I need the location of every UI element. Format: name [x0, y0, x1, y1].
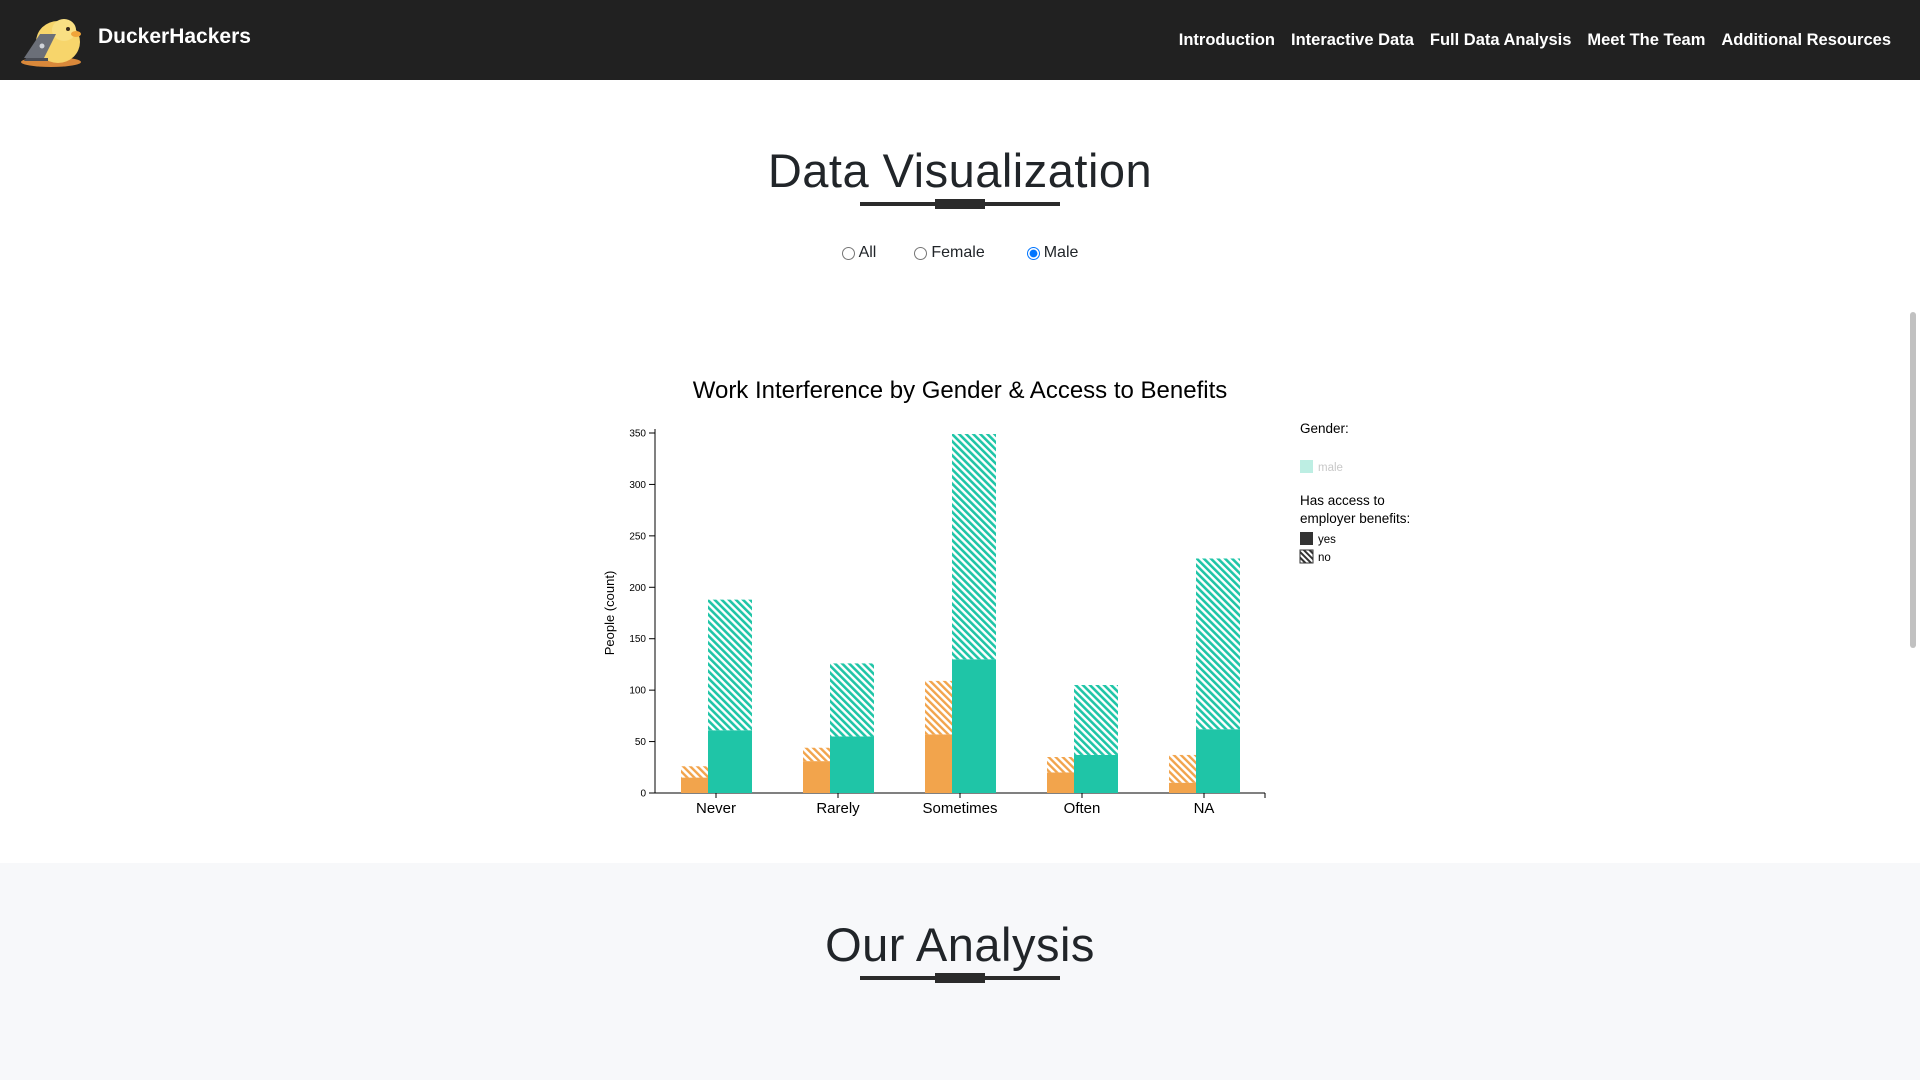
analysis-title: Our Analysis	[825, 918, 1095, 971]
bar-female-no	[1169, 754, 1196, 783]
y-tick-label: 100	[629, 686, 646, 697]
bar-male-yes	[952, 659, 996, 793]
nav-link-introduction[interactable]: Introduction	[1179, 31, 1275, 50]
y-tick-label: 50	[635, 737, 647, 748]
bar-female-no	[681, 766, 708, 778]
legend-yes-label: yes	[1318, 534, 1336, 546]
radio-male[interactable]	[1026, 246, 1040, 260]
legend-male-label: male	[1318, 462, 1343, 474]
duck-laptop-logo-icon	[21, 19, 81, 67]
bar-female-yes	[1169, 782, 1196, 793]
bar-female-no	[803, 747, 830, 762]
bar-female-yes	[925, 734, 952, 793]
bar-female-yes	[803, 761, 830, 793]
page-title: Data Visualization	[767, 144, 1153, 197]
title-divider	[860, 199, 1060, 209]
nav-links: Introduction Interactive Data Full Data …	[1163, 0, 1891, 80]
divider-block	[935, 973, 985, 983]
bar-male-no	[830, 663, 874, 737]
y-axis-label: People (count)	[602, 571, 617, 656]
filter-label-male: Male	[1043, 244, 1079, 261]
legend-gender-title: Gender:	[1300, 421, 1349, 436]
bar-male-no	[1074, 685, 1118, 755]
bar-male-no	[708, 599, 752, 731]
x-axis: Never Rarely Sometimes Often NA	[655, 792, 1266, 817]
y-tick-label: 350	[629, 429, 646, 440]
legend-no-swatch	[1299, 549, 1314, 564]
radio-all[interactable]	[841, 246, 855, 260]
legend-male-swatch	[1300, 460, 1313, 473]
legend-no-label: no	[1318, 552, 1331, 564]
navbar: DuckerHackers Introduction Interactive D…	[0, 0, 1920, 80]
bar-male-no	[952, 434, 996, 660]
scrollbar-thumb[interactable]	[1910, 312, 1916, 648]
radio-female[interactable]	[914, 246, 928, 260]
x-tick-label: Never	[696, 800, 736, 817]
nav-link-meet-the-team[interactable]: Meet The Team	[1587, 31, 1705, 50]
bar-male-yes	[708, 730, 752, 793]
x-tick-label: Sometimes	[922, 800, 997, 817]
legend-benefits-title-1: Has access to	[1300, 493, 1385, 508]
x-tick-label: NA	[1194, 800, 1215, 817]
nav-link-full-data-analysis[interactable]: Full Data Analysis	[1430, 31, 1572, 50]
bar-male-yes	[1196, 729, 1240, 793]
filter-option-all[interactable]: All	[841, 244, 877, 262]
scrollbar[interactable]	[1906, 80, 1920, 1080]
bar-female-yes	[1047, 772, 1074, 793]
brand-name: DuckerHackers	[98, 25, 251, 48]
y-tick-label: 0	[640, 789, 646, 800]
bar-female-no	[1047, 757, 1074, 773]
filter-option-male[interactable]: Male	[1026, 244, 1079, 262]
brand-link[interactable]: DuckerHackers	[18, 12, 251, 68]
y-tick-label: 150	[629, 634, 646, 645]
filter-label-female: Female	[931, 244, 985, 261]
divider-block	[935, 199, 985, 209]
bar-male-yes	[1074, 754, 1118, 793]
y-tick-label: 200	[629, 583, 646, 594]
gender-filter: All Female Male	[0, 244, 1920, 262]
bar-male-yes	[830, 736, 874, 793]
chart-legend: Gender: male Has access to employer bene…	[1299, 421, 1410, 564]
x-tick-label: Often	[1064, 800, 1101, 817]
x-tick-label: Rarely	[816, 800, 860, 817]
bar-female-yes	[681, 777, 708, 793]
bars	[681, 434, 1240, 793]
legend-benefits-title-2: employer benefits:	[1300, 511, 1410, 526]
analysis-divider	[860, 973, 1060, 983]
y-tick-label: 250	[629, 531, 646, 542]
work-interference-chart: Work Interference by Gender & Access to …	[602, 377, 1410, 817]
nav-link-additional-resources[interactable]: Additional Resources	[1721, 31, 1891, 50]
y-tick-label: 300	[629, 480, 646, 491]
nav-link-interactive-data[interactable]: Interactive Data	[1291, 31, 1414, 50]
legend-yes-swatch	[1300, 532, 1313, 545]
bar-male-no	[1196, 558, 1240, 730]
filter-option-female[interactable]: Female	[914, 244, 985, 262]
chart-title: Work Interference by Gender & Access to …	[693, 377, 1227, 404]
filter-label-all: All	[858, 244, 877, 261]
y-axis: 0 50 100 150 200 250 300 350	[629, 429, 656, 800]
bar-female-no	[925, 680, 952, 735]
